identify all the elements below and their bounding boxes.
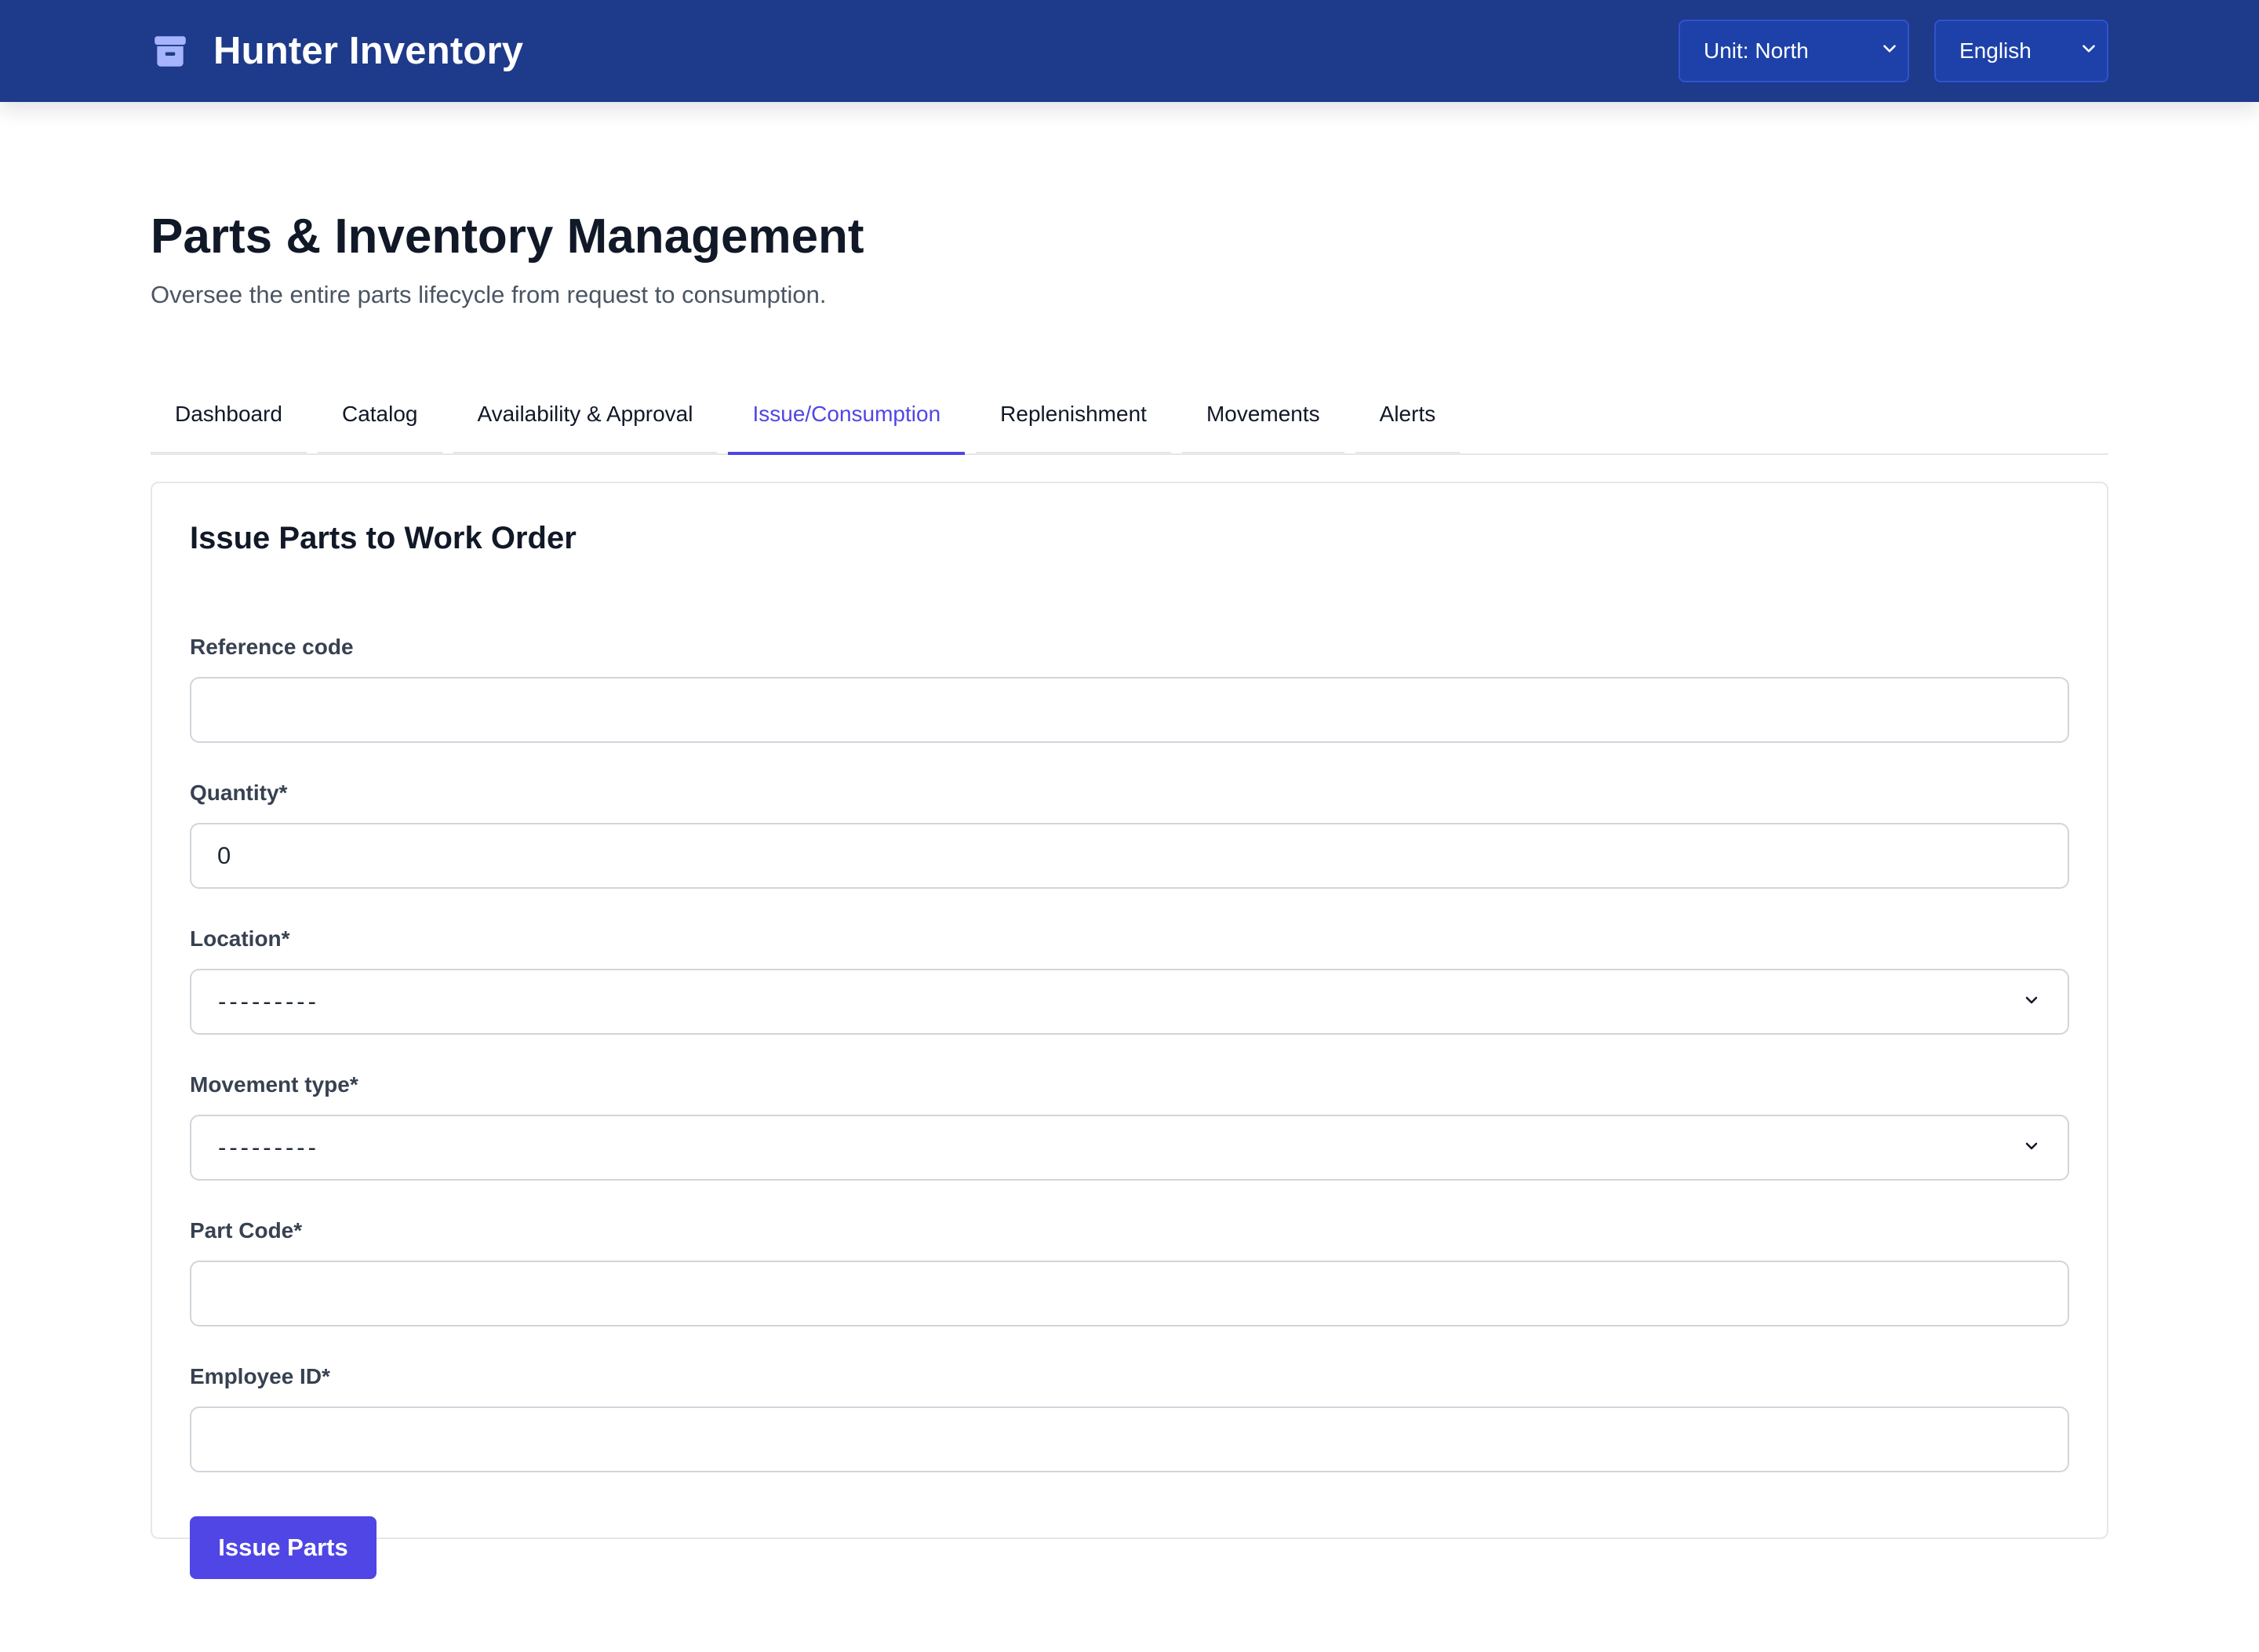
movement-type-select[interactable]: ---------	[190, 1115, 2069, 1181]
tab-availability-approval[interactable]: Availability & Approval	[453, 377, 718, 456]
brand-title: Hunter Inventory	[213, 30, 524, 72]
location-field-group: Location* ---------	[190, 926, 2069, 1035]
top-navigation-bar: Hunter Inventory Unit: North English	[0, 0, 2259, 102]
inventory-tabs: Dashboard Catalog Availability & Approva…	[151, 373, 2108, 456]
top-navigation-inner: Hunter Inventory Unit: North English	[151, 0, 2108, 102]
location-label: Location*	[190, 926, 290, 952]
chevron-down-icon	[2022, 988, 2041, 1016]
reference-code-input[interactable]	[190, 677, 2069, 744]
unit-selector-value: Unit: North	[1704, 38, 1809, 63]
reference-code-label: Reference code	[190, 635, 354, 660]
tab-alerts[interactable]: Alerts	[1355, 377, 1461, 456]
issue-parts-button[interactable]: Issue Parts	[190, 1516, 376, 1580]
quantity-input[interactable]	[190, 823, 2069, 890]
movement-type-select-value: ---------	[218, 1133, 319, 1162]
issue-parts-card: Issue Parts to Work Order Reference code…	[151, 482, 2108, 1580]
location-select[interactable]: ---------	[190, 969, 2069, 1035]
app-root: Hunter Inventory Unit: North English Par…	[0, 0, 2259, 1652]
brand[interactable]: Hunter Inventory	[151, 29, 523, 73]
movement-type-label: Movement type*	[190, 1072, 358, 1097]
part-code-input[interactable]	[190, 1261, 2069, 1327]
unit-selector[interactable]: Unit: North	[1679, 20, 1909, 82]
language-selector-value: English	[1959, 38, 2032, 63]
part-code-label: Part Code*	[190, 1218, 303, 1243]
tab-replenishment[interactable]: Replenishment	[976, 377, 1171, 456]
chevron-down-icon	[2022, 1133, 2041, 1162]
part-code-field-group: Part Code*	[190, 1218, 2069, 1327]
top-actions: Unit: North English	[1679, 20, 2108, 82]
quantity-field-group: Quantity*	[190, 781, 2069, 890]
movement-type-field-group: Movement type* ---------	[190, 1072, 2069, 1181]
tab-catalog[interactable]: Catalog	[317, 377, 442, 456]
page-title: Parts & Inventory Management	[151, 209, 864, 264]
issue-parts-form: Reference code Quantity* Location* -----…	[190, 635, 2069, 1580]
tab-movements[interactable]: Movements	[1181, 377, 1344, 456]
employee-id-label: Employee ID*	[190, 1364, 330, 1389]
tab-dashboard[interactable]: Dashboard	[151, 377, 307, 456]
card-title: Issue Parts to Work Order	[190, 521, 577, 556]
language-selector[interactable]: English	[1934, 20, 2108, 82]
page-subtitle: Oversee the entire parts lifecycle from …	[151, 281, 827, 309]
employee-id-field-group: Employee ID*	[190, 1364, 2069, 1473]
chevron-down-icon	[2079, 38, 2099, 64]
location-select-value: ---------	[218, 988, 319, 1016]
main-content: Parts & Inventory Management Oversee the…	[151, 102, 2108, 1580]
employee-id-input[interactable]	[190, 1406, 2069, 1473]
reference-code-field-group: Reference code	[190, 635, 2069, 744]
quantity-label: Quantity*	[190, 781, 288, 806]
archive-box-icon	[151, 31, 190, 71]
chevron-down-icon	[1879, 38, 1900, 64]
tab-issue-consumption[interactable]: Issue/Consumption	[728, 377, 966, 456]
